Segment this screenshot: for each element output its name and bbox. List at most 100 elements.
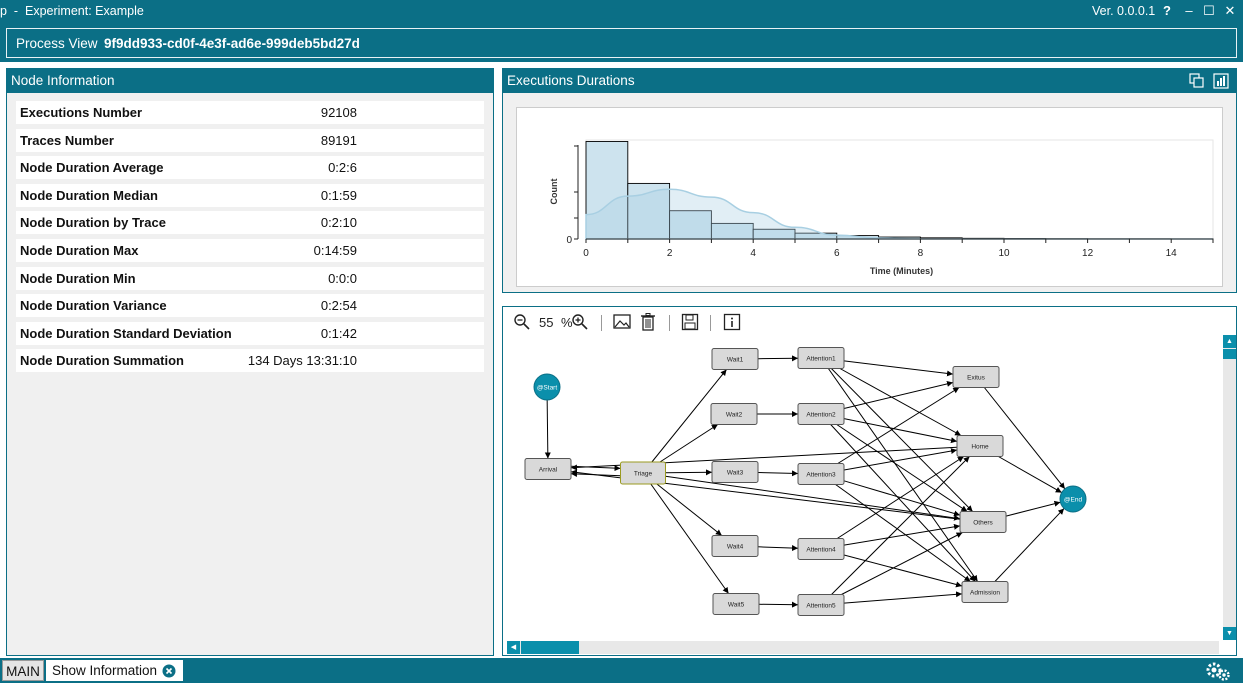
process-view-label: Process View [16,36,98,51]
zoom-value[interactable]: 55 [539,315,553,333]
scroll-up-arrow[interactable]: ▲ [1223,335,1236,348]
x-tick-label: 4 [750,248,756,259]
graph-edge [841,532,963,595]
x-tick-label: 12 [1082,248,1094,259]
graph-node-label: Admission [970,590,1000,597]
graph-edge [827,368,979,582]
x-tick-label: 0 [583,248,589,259]
scroll-down-arrow[interactable]: ▼ [1223,627,1236,640]
graph-edge [839,368,962,436]
zoom-in-icon[interactable] [571,313,589,331]
x-axis-label: Time (Minutes) [870,266,933,276]
node-info-value: 0:2:6 [328,160,357,176]
node-information-panel: Node Information Executions Number 92108 T… [6,68,494,656]
version-label: Ver. 0.0.0.1 [1092,4,1156,18]
toolbar-divider [601,315,602,331]
maximize-icon[interactable]: ☐ [1200,2,1218,20]
node-info-key: Node Duration Median [20,187,158,203]
main-content: Node Information Executions Number 92108 T… [0,62,1243,658]
graph-node-label: Exitus [967,375,985,382]
bottom-bar: MAIN Show Information [0,658,1243,683]
histogram-svg: 0 2 4 6 8 10 12 14 0 Time (Minutes) Count [549,139,1214,276]
close-icon[interactable]: ✕ [1221,2,1239,20]
toolbar-divider [669,315,670,331]
process-graph-svg: @Start @End Arrival Triage Wait1 Wait2 Wait3 Wa… [524,347,1087,616]
node-info-value: 0:2:54 [320,298,357,314]
image-icon[interactable] [613,313,631,331]
graph-node-label: Wait3 [727,470,744,477]
x-tick-label: 6 [834,248,840,259]
settings-gears-icon[interactable] [1205,661,1233,681]
process-graph-panel: 55 % @Start @End Arrival Triage Wait1 Wa… [502,306,1237,656]
node-info-key: Node Duration Standard Deviation [20,325,232,341]
save-icon[interactable] [681,313,699,331]
graph-edge [665,469,713,476]
executions-durations-title: Executions Durations [503,69,1236,93]
scroll-left-arrow[interactable]: ◀ [507,641,520,654]
graph-edge [656,483,723,536]
copy-icon[interactable] [1189,73,1205,89]
graph-edge [1005,500,1061,517]
process-view-header: Process View 9f9dd933-cd0f-4e3f-ad6e-999… [6,28,1237,58]
tab-show-information[interactable]: Show Information [46,660,183,681]
node-info-row: Node Duration Summation 134 Days 13:31:10 [16,349,484,373]
graph-node-label: Attention2 [806,412,836,419]
tab-main[interactable]: MAIN [2,660,44,681]
node-info-key: Executions Number [20,105,143,120]
node-info-row: Node Duration Variance 0:2:54 [16,294,484,318]
node-info-row: Executions Number 92108 [16,101,484,124]
graph-edge [757,544,799,551]
graph-edge [659,424,719,463]
graph-toolbar: 55 % [503,307,803,337]
trash-icon[interactable] [640,313,656,331]
graph-node-label: Wait1 [727,357,744,364]
graph-node-label: @Start [537,385,558,392]
graph-node-label: Wait2 [726,412,743,419]
node-info-value: 89191 [320,132,357,148]
node-information-title: Node Information [7,69,493,93]
node-info-key: Node Duration Variance [20,298,167,314]
graph-node-label: Arrival [539,467,558,474]
bar-chart-icon[interactable] [1213,73,1229,89]
graph-node-label: Attention3 [806,472,836,479]
graph-edge [843,591,963,604]
help-icon[interactable]: ? [1158,2,1176,20]
zoom-out-icon[interactable] [513,313,531,331]
minimize-icon[interactable]: – [1180,2,1198,20]
node-info-value: 0:1:42 [320,325,357,341]
node-info-row: Node Duration Standard Deviation 0:1:42 [16,321,484,345]
node-info-row: Node Duration by Trace 0:2:10 [16,211,484,235]
info-icon[interactable] [723,313,741,331]
graph-edge [835,484,971,582]
node-info-value: 134 Days 13:31:10 [247,353,357,369]
graph-node-label: Attention4 [806,547,836,554]
node-info-key: Traces Number [20,132,114,148]
executions-durations-panel: Executions Durations 0 2 4 6 8 10 12 14 0 Time (M… [502,68,1237,293]
graph-edge [757,470,799,477]
graph-edge [831,456,970,595]
node-info-value: 0:14:59 [313,243,357,258]
graph-node-label: @End [1064,497,1083,504]
node-info-key: Node Duration Summation [20,353,184,369]
node-info-value: 0:0:0 [328,270,357,286]
process-graph-canvas[interactable]: @Start @End Arrival Triage Wait1 Wait2 Wait3 Wa… [507,335,1219,640]
node-info-key: Node Duration Max [20,243,139,258]
graph-node-label: Wait5 [728,602,745,609]
tab-show-information-label: Show Information [52,663,158,678]
vertical-scrollbar[interactable]: ▲ ▼ [1223,335,1236,640]
x-tick-label: 14 [1166,248,1178,259]
horizontal-scroll-thumb[interactable] [521,641,579,654]
vertical-scroll-thumb[interactable] [1223,349,1236,359]
x-tick-label: 10 [998,248,1010,259]
node-info-row: Node Duration Max 0:14:59 [16,239,484,262]
y-tick-label: 0 [566,235,572,246]
x-tick-label: 2 [667,248,673,259]
graph-node-label: Attention5 [806,603,836,610]
horizontal-scrollbar[interactable]: ◀ [507,641,1219,654]
node-info-key: Node Duration by Trace [20,215,166,231]
y-axis-label: Count [549,179,559,205]
process-id: 9f9dd933-cd0f-4e3f-ad6e-999deb5bd27d [104,36,360,51]
close-tab-icon[interactable] [162,664,176,678]
graph-edge [544,399,551,459]
node-info-row: Node Duration Median 0:1:59 [16,183,484,207]
